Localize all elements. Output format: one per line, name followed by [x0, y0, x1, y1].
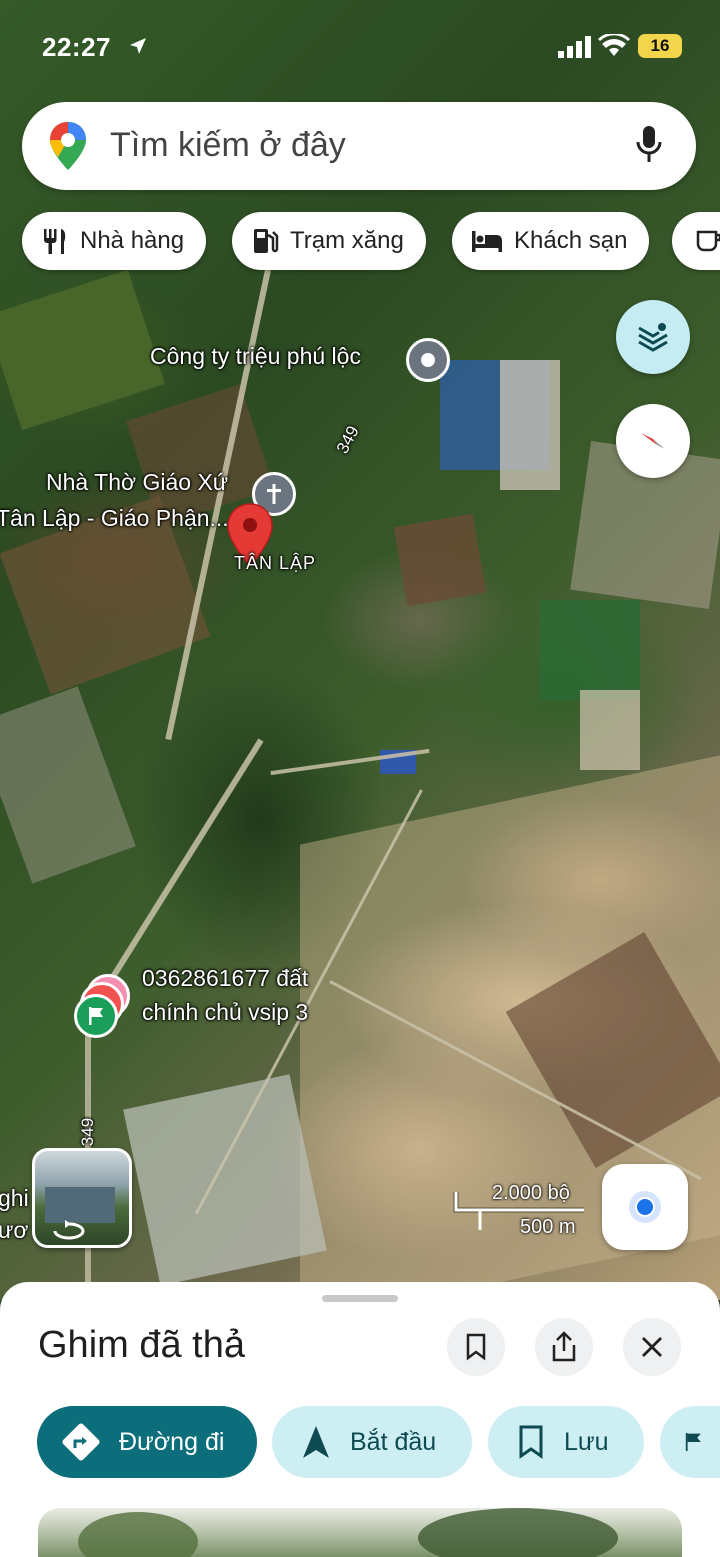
close-icon: [642, 1337, 662, 1357]
my-location-button[interactable]: [602, 1164, 688, 1250]
maps-pin-icon: [50, 122, 86, 170]
search-bar[interactable]: Tìm kiếm ở đây: [22, 102, 696, 190]
chip-gas-stations[interactable]: Trạm xăng: [232, 212, 426, 270]
street-view-thumbnail[interactable]: [32, 1148, 132, 1248]
industrial-area: [123, 1074, 327, 1286]
chip-label: Khách sạn: [514, 227, 628, 254]
edge-label: ươ: [0, 1217, 29, 1243]
chip-restaurants[interactable]: Nhà hàng: [22, 212, 207, 270]
photo-foliage: [418, 1508, 618, 1557]
bookmark-icon: [519, 1425, 543, 1459]
compass-icon: [641, 433, 665, 449]
place-label-church[interactable]: Nhà Thờ Giáo Xứ: [46, 469, 228, 496]
bookmark-outline-icon: [466, 1333, 486, 1361]
place-sheet[interactable]: Ghim đã thả Đường đi Bắt đầu Lưu: [0, 1282, 720, 1557]
place-label-church-2: Tân Lập - Giáo Phận...: [0, 505, 229, 531]
scale-bar: [453, 1192, 584, 1230]
directions-button[interactable]: Đường đi: [37, 1406, 257, 1478]
flag-icon: [685, 1433, 701, 1451]
place-label-listing-2: chính chủ vsip 3: [142, 999, 309, 1025]
wifi-icon: [598, 34, 630, 56]
clock: 22:27: [42, 32, 111, 62]
coffee-icon: [696, 230, 720, 252]
road-label: 349: [78, 1117, 98, 1147]
chip-label: Trạm xăng: [290, 227, 404, 254]
start-button[interactable]: Bắt đầu: [272, 1406, 472, 1478]
map-field: [0, 686, 136, 884]
sheet-title: Ghim đã thả: [38, 1324, 245, 1366]
search-input[interactable]: Tìm kiếm ở đây: [110, 126, 346, 165]
map-field: [393, 513, 487, 607]
flag-icon: [89, 1007, 103, 1025]
battery-indicator: 16: [638, 34, 682, 58]
map-field: [540, 600, 640, 700]
map-field: [580, 690, 640, 770]
microphone-icon[interactable]: [634, 124, 664, 166]
cellular-signal-icon: [558, 36, 591, 58]
directions-icon: [62, 1423, 100, 1461]
map-field: [500, 360, 560, 490]
chip-hotels[interactable]: Khách sạn: [452, 212, 650, 270]
save-label: Lưu: [564, 1427, 609, 1456]
street-view-rotate-icon: [53, 1220, 85, 1240]
location-arrow-icon: [130, 38, 146, 54]
place-label-company[interactable]: Công ty triệu phú lộc: [150, 343, 361, 370]
close-button[interactable]: [623, 1318, 681, 1376]
satellite-map[interactable]: [0, 0, 720, 1300]
area-label-tan-lap: TÂN LẬP: [234, 553, 317, 573]
drag-handle[interactable]: [322, 1295, 398, 1302]
start-label: Bắt đầu: [350, 1427, 437, 1456]
compass-button[interactable]: [616, 404, 690, 478]
map-field: [0, 269, 165, 431]
share-icon: [552, 1331, 576, 1362]
place-photo[interactable]: [38, 1508, 682, 1557]
status-bar: 22:27 16: [0, 28, 720, 64]
save-button[interactable]: Lưu: [488, 1406, 644, 1478]
restaurant-icon: [44, 229, 66, 254]
directions-label: Đường đi: [119, 1427, 225, 1456]
save-circle-button[interactable]: [447, 1318, 505, 1376]
place-marker-listing[interactable]: [74, 994, 118, 1038]
hotel-icon: [472, 231, 502, 252]
street-view-house: [45, 1187, 115, 1223]
chip-label: Nhà hàng: [80, 227, 185, 254]
place-marker-company[interactable]: [406, 338, 450, 382]
photo-foliage: [78, 1512, 198, 1557]
more-action-button[interactable]: [660, 1406, 720, 1478]
layers-icon: [638, 323, 668, 352]
share-button[interactable]: [535, 1318, 593, 1376]
place-dot-icon: [421, 353, 435, 367]
edge-label: ghi: [0, 1185, 29, 1211]
layers-button[interactable]: [616, 300, 690, 374]
navigation-arrow-icon: [303, 1426, 329, 1458]
place-label-listing[interactable]: 0362861677 đất: [142, 965, 308, 992]
gas-station-icon: [254, 229, 279, 253]
my-location-icon: [629, 1191, 661, 1223]
